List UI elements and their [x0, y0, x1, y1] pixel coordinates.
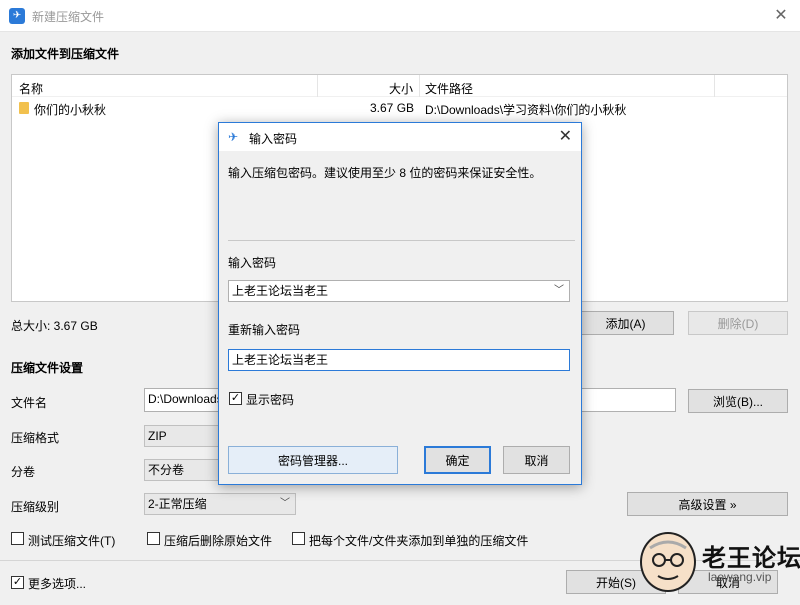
dialog-cancel-button[interactable]: 取消 — [503, 446, 570, 474]
delete-after-checkbox[interactable] — [147, 532, 160, 545]
app-icon: ✈ — [9, 8, 25, 24]
window-title: 新建压缩文件 — [32, 10, 105, 24]
app-icon: ✈ — [228, 130, 239, 144]
column-header-path[interactable]: 文件路径 — [425, 80, 473, 97]
ok-button[interactable]: 确定 — [424, 446, 491, 474]
test-archive-checkbox[interactable] — [11, 532, 24, 545]
password-input[interactable]: 上老王论坛当老王 ﹀ — [228, 280, 570, 302]
column-divider[interactable] — [317, 75, 318, 97]
more-options-checkbox[interactable]: ✓ — [11, 576, 24, 589]
dialog-title: 输入密码 — [249, 132, 298, 146]
watermark-text: 老王论坛 — [702, 545, 800, 572]
password-label: 输入密码 — [228, 256, 277, 270]
format-label: 压缩格式 — [11, 431, 60, 445]
column-header-size[interactable]: 大小 — [389, 80, 413, 97]
reenter-password-label: 重新输入密码 — [228, 323, 301, 337]
advanced-settings-button[interactable]: 高级设置 » — [627, 492, 788, 516]
file-name: 你们的小秋秋 — [34, 103, 107, 117]
split-label: 分卷 — [11, 465, 36, 479]
column-divider[interactable] — [714, 75, 715, 97]
chevron-down-icon[interactable]: ﹀ — [554, 281, 564, 301]
level-label: 压缩级别 — [11, 500, 60, 514]
watermark-url: laowang.vip — [708, 570, 772, 584]
separate-archives-checkbox[interactable] — [292, 532, 305, 545]
column-divider[interactable] — [419, 75, 420, 97]
filename-label: 文件名 — [11, 396, 48, 410]
browse-button[interactable]: 浏览(B)... — [688, 389, 788, 413]
add-section-title: 添加文件到压缩文件 — [11, 47, 120, 61]
folder-icon — [19, 102, 29, 114]
window-close-button[interactable]: ✕ — [770, 5, 792, 27]
show-password-label[interactable]: 显示密码 — [246, 391, 294, 408]
separate-archives-label[interactable]: 把每个文件/文件夹添加到单独的压缩文件 — [309, 532, 528, 549]
file-list-header: 名称 大小 文件路径 — [12, 75, 787, 97]
watermark-logo: 老王论坛 laowang.vip — [640, 532, 800, 600]
dialog-title-bar: ✈ 输入密码 ✕ — [219, 123, 581, 151]
delete-after-label[interactable]: 压缩后删除原始文件 — [164, 532, 272, 549]
column-header-name[interactable]: 名称 — [19, 80, 43, 97]
face-illustration — [649, 540, 687, 580]
chevron-down-icon: ﹀ — [280, 498, 290, 509]
avatar — [640, 532, 696, 592]
format-select-value: ZIP — [148, 429, 167, 443]
add-button[interactable]: 添加(A) — [577, 311, 674, 335]
divider — [228, 240, 575, 241]
file-list-row[interactable]: 你们的小秋秋 3.67 GB D:\Downloads\学习资料\你们的小秋秋 — [12, 98, 787, 118]
test-archive-label[interactable]: 测试压缩文件(T) — [28, 532, 115, 549]
delete-button[interactable]: 删除(D) — [688, 311, 788, 335]
password-dialog: ✈ 输入密码 ✕ 输入压缩包密码。建议使用至少 8 位的密码来保证安全性。 输入… — [218, 122, 582, 485]
reenter-password-input[interactable]: 上老王论坛当老王 — [228, 349, 570, 371]
dialog-close-button[interactable]: ✕ — [559, 126, 572, 146]
show-password-checkbox[interactable]: ✓ — [229, 392, 242, 405]
file-path: D:\Downloads\学习资料\你们的小秋秋 — [425, 103, 627, 117]
total-size: 总大小: 3.67 GB — [11, 319, 98, 333]
level-select[interactable]: 2-正常压缩 ﹀ — [144, 493, 296, 515]
title-bar: ✈ 新建压缩文件 ✕ — [0, 0, 800, 32]
level-select-value: 2-正常压缩 — [148, 497, 207, 511]
settings-section-title: 压缩文件设置 — [11, 361, 84, 375]
password-input-value: 上老王论坛当老王 — [232, 284, 329, 298]
file-size: 3.67 GB — [370, 101, 415, 115]
split-select-value: 不分卷 — [148, 463, 185, 477]
password-manager-button[interactable]: 密码管理器... — [228, 446, 398, 474]
more-options-label[interactable]: 更多选项... — [28, 575, 86, 592]
dialog-description: 输入压缩包密码。建议使用至少 8 位的密码来保证安全性。 — [228, 166, 542, 180]
